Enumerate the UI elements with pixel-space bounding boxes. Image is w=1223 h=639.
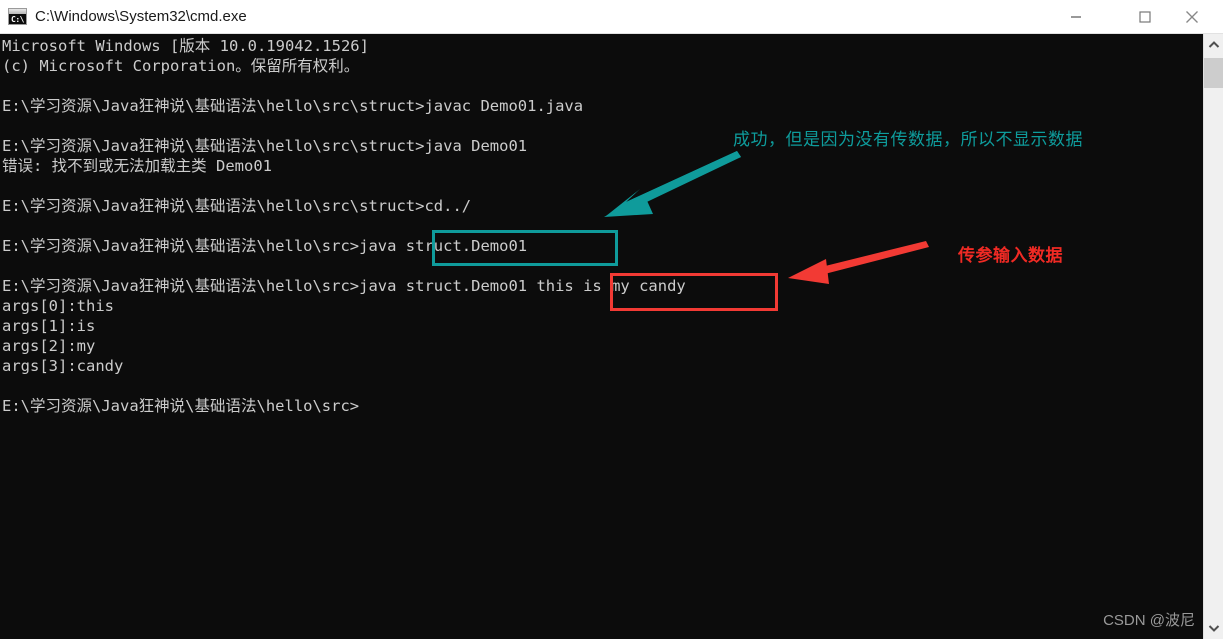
chevron-down-icon — [1208, 625, 1219, 632]
close-icon — [1186, 10, 1198, 23]
console-text: Microsoft Windows [版本 10.0.19042.1526] (… — [2, 37, 686, 415]
scroll-down-arrow[interactable] — [1204, 617, 1223, 639]
scroll-thumb[interactable] — [1204, 58, 1223, 88]
vertical-scrollbar[interactable] — [1203, 34, 1223, 639]
minimize-button[interactable] — [1053, 0, 1099, 33]
cmd-window: C:\ C:\Windows\System32\cmd.exe Microsof… — [0, 0, 1223, 639]
chevron-up-icon — [1208, 41, 1219, 48]
cmd-console-icon: C:\ — [8, 8, 27, 25]
scroll-up-arrow[interactable] — [1204, 34, 1223, 56]
csdn-watermark: CSDN @波尼 — [1103, 612, 1195, 629]
console-output-area[interactable]: Microsoft Windows [版本 10.0.19042.1526] (… — [0, 34, 1203, 639]
maximize-button[interactable] — [1122, 0, 1168, 33]
title-bar[interactable]: C:\ C:\Windows\System32\cmd.exe — [0, 0, 1223, 34]
maximize-icon — [1139, 10, 1151, 23]
window-title: C:\Windows\System32\cmd.exe — [35, 8, 247, 25]
minimize-icon — [1071, 15, 1081, 18]
close-button[interactable] — [1169, 0, 1215, 33]
icon-titlebar-strip — [9, 9, 26, 14]
icon-prompt-text: C:\ — [11, 15, 24, 24]
